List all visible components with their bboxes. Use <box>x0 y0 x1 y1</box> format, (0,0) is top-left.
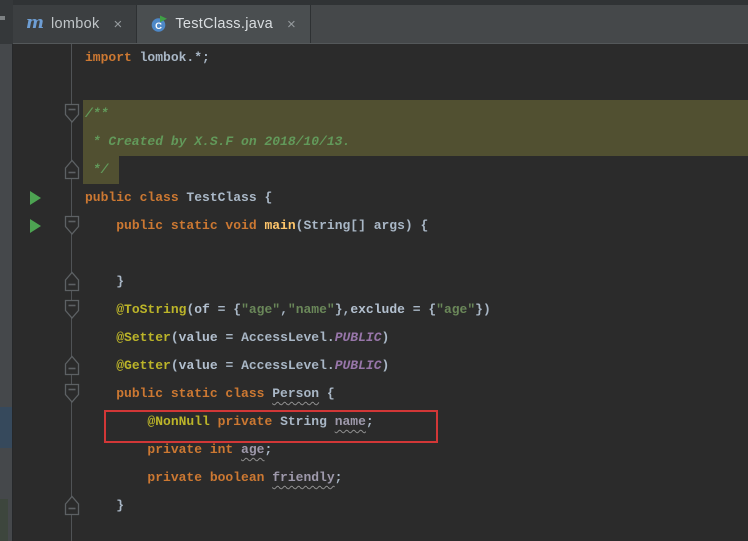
code-line[interactable]: */ <box>13 156 748 184</box>
project-panel-sliver <box>0 0 13 541</box>
ide-window: m lombok × C TestClass.java × import lom… <box>0 0 748 541</box>
fold-collapse-icon[interactable] <box>63 215 81 236</box>
code-line-text: private int age; <box>147 442 273 457</box>
code-line[interactable]: * Created by X.S.F on 2018/10/13. <box>13 128 748 156</box>
code-line-text: } <box>85 274 125 289</box>
code-line[interactable]: @ToString(of = {"age","name"},exclude = … <box>13 296 748 324</box>
code-line-text: * Created by X.S.F on 2018/10/13. <box>85 134 351 149</box>
project-tree-selection[interactable] <box>0 407 12 448</box>
code-line[interactable]: @NonNull private String name; <box>13 408 748 443</box>
close-icon[interactable]: × <box>286 17 297 32</box>
code-line[interactable]: public static class Person { <box>13 380 748 408</box>
code-line-text: */ <box>85 162 109 177</box>
code-editor[interactable]: import lombok.*; /** * Created by X.S.F o… <box>13 44 748 541</box>
code-line[interactable]: } <box>13 268 748 296</box>
code-line-text: /** <box>85 106 109 121</box>
tab-label: lombok <box>51 16 100 32</box>
fold-collapse-end-icon[interactable] <box>63 355 81 376</box>
fold-collapse-end-icon[interactable] <box>63 159 81 180</box>
code-line[interactable]: @Getter(value = AccessLevel.PUBLIC) <box>13 352 748 380</box>
code-line[interactable] <box>13 240 748 268</box>
java-class-icon: C <box>150 15 168 33</box>
fold-collapse-end-icon[interactable] <box>63 271 81 292</box>
tab-lombok[interactable]: m lombok × <box>13 5 138 43</box>
run-button-icon[interactable] <box>28 190 42 206</box>
editor-tabbar: m lombok × C TestClass.java × <box>13 0 748 44</box>
code-line[interactable]: } <box>13 492 748 520</box>
maven-icon: m <box>26 12 44 33</box>
svg-text:C: C <box>155 21 162 32</box>
tab-testclass-java[interactable]: C TestClass.java × <box>137 5 311 43</box>
tabs-row: m lombok × C TestClass.java × <box>13 5 748 43</box>
code-line-text: @NonNull private String name; <box>147 414 374 429</box>
code-line-text: import lombok.*; <box>85 50 210 65</box>
code-line-text: @Setter(value = AccessLevel.PUBLIC) <box>116 330 390 345</box>
code-line[interactable]: public static void main(String[] args) { <box>13 212 748 240</box>
close-icon[interactable]: × <box>113 17 124 32</box>
code-line[interactable]: /** <box>13 100 748 128</box>
code-line-text: private boolean friendly; <box>147 470 343 485</box>
tree-widget-fragment <box>0 16 5 20</box>
fold-collapse-end-icon[interactable] <box>63 495 81 516</box>
tab-label: TestClass.java <box>175 16 273 32</box>
code-line-text: @Getter(value = AccessLevel.PUBLIC) <box>116 358 390 373</box>
code-line[interactable]: private int age; <box>13 436 748 464</box>
tabbar-empty-space <box>310 5 748 43</box>
code-line[interactable]: @Setter(value = AccessLevel.PUBLIC) <box>13 324 748 352</box>
project-panel-top <box>0 0 13 44</box>
code-line-text: public class TestClass { <box>85 190 273 205</box>
fold-collapse-icon[interactable] <box>63 299 81 320</box>
code-line-text: public static class Person { <box>116 386 335 401</box>
code-line-text: public static void main(String[] args) { <box>116 218 429 233</box>
code-line[interactable]: import lombok.*; <box>13 44 748 72</box>
code-line[interactable]: private boolean friendly; <box>13 464 748 492</box>
code-line[interactable]: public class TestClass { <box>13 184 748 212</box>
code-lines: import lombok.*; /** * Created by X.S.F o… <box>13 44 748 520</box>
fold-collapse-icon[interactable] <box>63 383 81 404</box>
run-button-icon[interactable] <box>28 218 42 234</box>
code-line[interactable] <box>13 72 748 100</box>
fold-collapse-icon[interactable] <box>63 103 81 124</box>
code-line-text: @ToString(of = {"age","name"},exclude = … <box>116 302 491 317</box>
code-line-text: } <box>85 498 125 513</box>
project-tree-item-fragment <box>0 499 8 541</box>
